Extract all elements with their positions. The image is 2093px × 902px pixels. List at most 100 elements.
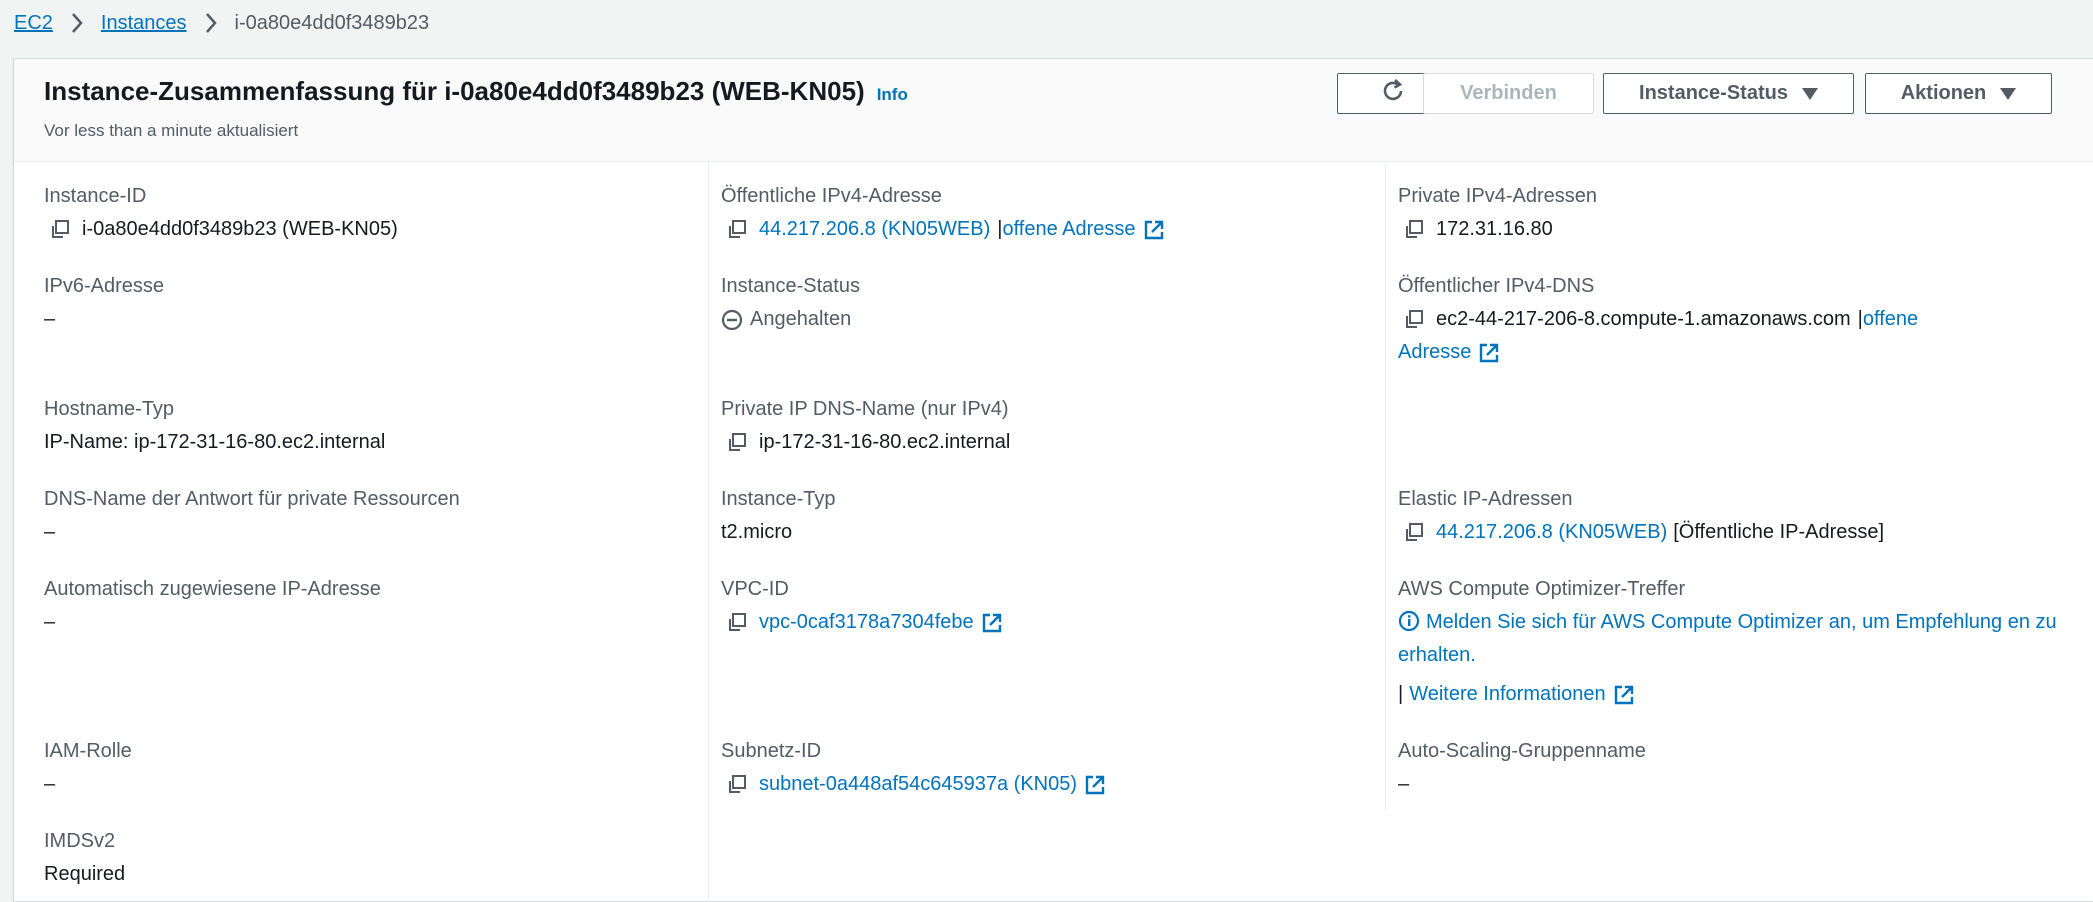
instance-id-value: i-0a80e4dd0f3489b23 (WEB-KN05) [82,218,398,240]
copy-icon[interactable] [1403,309,1425,331]
imdsv2-value: Required [44,863,126,885]
chevron-right-icon [53,12,101,34]
external-link-icon[interactable] [1478,342,1500,364]
breadcrumb-instances[interactable]: Instances [101,12,187,35]
chevron-right-icon [187,12,235,34]
field-instance-id: Instance-ID i-0a80e4dd0f3489b23 (WEB-KN0… [44,180,398,246]
public-dns-value: ec2-44-217-206-8.compute-1.amazonaws.com [1436,308,1851,330]
copy-icon[interactable] [726,612,748,634]
instance-status-dropdown[interactable]: Instance-Status [1603,73,1854,114]
field-dns-private-resources: DNS-Name der Antwort für private Ressour… [44,483,460,549]
field-elastic-ip: Elastic IP-Adressen 44.217.206.8 (KN05WE… [1398,483,1884,549]
optimizer-opt-in-link[interactable]: Melden Sie sich für AWS Compute Optimize… [1398,611,2057,666]
field-value-more: | Weitere Informationen [1398,678,2068,711]
external-link-icon[interactable] [1084,774,1106,796]
field-label: Öffentlicher IPv4-DNS [1398,275,1595,297]
public-ipv4-link[interactable]: 44.217.206.8 (KN05WEB) [759,213,990,246]
caret-down-icon [1801,87,1818,100]
field-instance-type: Instance-Typ t2.micro [721,483,836,549]
field-public-dns: Öffentlicher IPv4-DNS ec2-44-217-206-8.c… [1398,270,2068,369]
field-value: i-0a80e4dd0f3489b23 (WEB-KN05) [44,213,398,246]
copy-icon[interactable] [726,219,748,241]
field-label: Subnetz-ID [721,740,822,762]
field-value: subnet-0a448af54c645937a (KN05) [721,768,1106,801]
field-label: AWS Compute Optimizer-Treffer [1398,578,1686,600]
field-label: Elastic IP-Adressen [1398,488,1573,510]
column-divider [708,162,709,902]
field-instance-state: Instance-Status Angehalten [721,270,860,336]
open-address-link[interactable]: offene Adresse [1002,213,1135,246]
elastic-ip-suffix: [Öffentliche IP-Adresse] [1673,521,1885,543]
field-compute-optimizer: AWS Compute Optimizer-Treffer Melden Sie… [1398,573,2068,711]
field-auto-ip: Automatisch zugewiesene IP-Adresse – [44,573,381,639]
external-link-icon[interactable] [1143,219,1165,241]
breadcrumb: EC2 Instances i-0a80e4dd0f3489b23 [14,8,429,38]
breadcrumb-ec2[interactable]: EC2 [14,12,53,35]
field-value: 44.217.206.8 (KN05WEB) [Öffentliche IP-A… [1398,516,1884,549]
field-hostname-type: Hostname-Typ IP-Name: ip-172-31-16-80.ec… [44,393,385,459]
last-updated-text: Vor less than a minute aktualisiert [44,121,299,140]
field-imdsv2: IMDSv2 Required [44,825,125,891]
field-value: vpc-0caf3178a7304febe [721,606,1003,639]
instance-state-value: Angehalten [750,308,852,330]
field-private-ipv4: Private IPv4-Adressen 172.31.16.80 [1398,180,1597,246]
field-public-ipv4: Öffentliche IPv4-Adresse 44.217.206.8 (K… [721,180,1165,246]
field-value: 44.217.206.8 (KN05WEB) | offene Adresse [721,213,1165,246]
private-ipv4-value: 172.31.16.80 [1436,218,1553,240]
field-label: VPC-ID [721,578,789,600]
vpc-id-link[interactable]: vpc-0caf3178a7304febe [759,606,974,639]
field-label: Öffentliche IPv4-Adresse [721,185,942,207]
column-divider [1385,162,1386,810]
instance-summary-panel: Instance-Zusammenfassung für i-0a80e4dd0… [13,58,2093,902]
field-label: Private IPv4-Adressen [1398,185,1597,207]
page-title-text: Instance-Zusammenfassung für i-0a80e4dd0… [44,76,865,106]
hostname-type-value: IP-Name: ip-172-31-16-80.ec2.internal [44,431,386,453]
instance-type-value: t2.micro [721,521,793,543]
separator: | [1398,683,1404,705]
private-ip-dns-value: ip-172-31-16-80.ec2.internal [759,431,1011,453]
field-asg-name: Auto-Scaling-Gruppenname – [1398,735,1646,801]
field-value-line2: Adresse [1398,336,2068,369]
field-label: Instance-Status [721,275,860,297]
auto-ip-value: – [44,611,56,633]
caret-down-icon [2000,87,2017,100]
breadcrumb-current: i-0a80e4dd0f3489b23 [234,11,430,34]
copy-icon[interactable] [1403,219,1425,241]
field-label: Instance-Typ [721,488,836,510]
open-address-link-line1[interactable]: offene [1863,303,1918,336]
field-label: DNS-Name der Antwort für private Ressour… [44,488,460,510]
open-address-link-line2[interactable]: Adresse [1398,336,1471,369]
field-iam-role: IAM-Rolle – [44,735,132,801]
actions-dropdown[interactable]: Aktionen [1865,73,2052,114]
stopped-icon [721,309,743,331]
elastic-ip-link[interactable]: 44.217.206.8 (KN05WEB) [1436,516,1667,549]
field-label: Hostname-Typ [44,398,175,420]
refresh-icon [1380,78,1406,110]
ipv6-value: – [44,308,56,330]
subnet-id-link[interactable]: subnet-0a448af54c645937a (KN05) [759,768,1077,801]
learn-more-link[interactable]: Weitere Informationen [1409,678,1605,711]
field-value: Melden Sie sich für AWS Compute Optimize… [1398,606,2068,672]
field-private-ip-dns: Private IP DNS-Name (nur IPv4) ip-172-31… [721,393,1010,459]
copy-icon[interactable] [1403,522,1425,544]
page-title: Instance-Zusammenfassung für i-0a80e4dd0… [44,76,908,107]
copy-icon[interactable] [726,774,748,796]
asg-name-value: – [1398,773,1410,795]
external-link-icon[interactable] [1613,684,1635,706]
actions-dropdown-label: Aktionen [1900,82,1987,104]
field-value: ec2-44-217-206-8.compute-1.amazonaws.com… [1398,303,2068,336]
panel-header: Instance-Zusammenfassung für i-0a80e4dd0… [14,59,2093,162]
copy-icon[interactable] [726,432,748,454]
copy-icon[interactable] [49,219,71,241]
info-icon [1398,610,1420,632]
field-label: IAM-Rolle [44,740,132,762]
iam-role-value: – [44,773,56,795]
instance-status-dropdown-label: Instance-Status [1639,82,1788,104]
external-link-icon[interactable] [981,612,1003,634]
connect-button[interactable]: Verbinden [1423,73,1594,114]
field-label: IPv6-Adresse [44,275,165,297]
field-label: Automatisch zugewiesene IP-Adresse [44,578,381,600]
field-value: ip-172-31-16-80.ec2.internal [721,426,1010,459]
info-link[interactable]: Info [877,85,908,105]
connect-button-label: Verbinden [1460,82,1557,104]
